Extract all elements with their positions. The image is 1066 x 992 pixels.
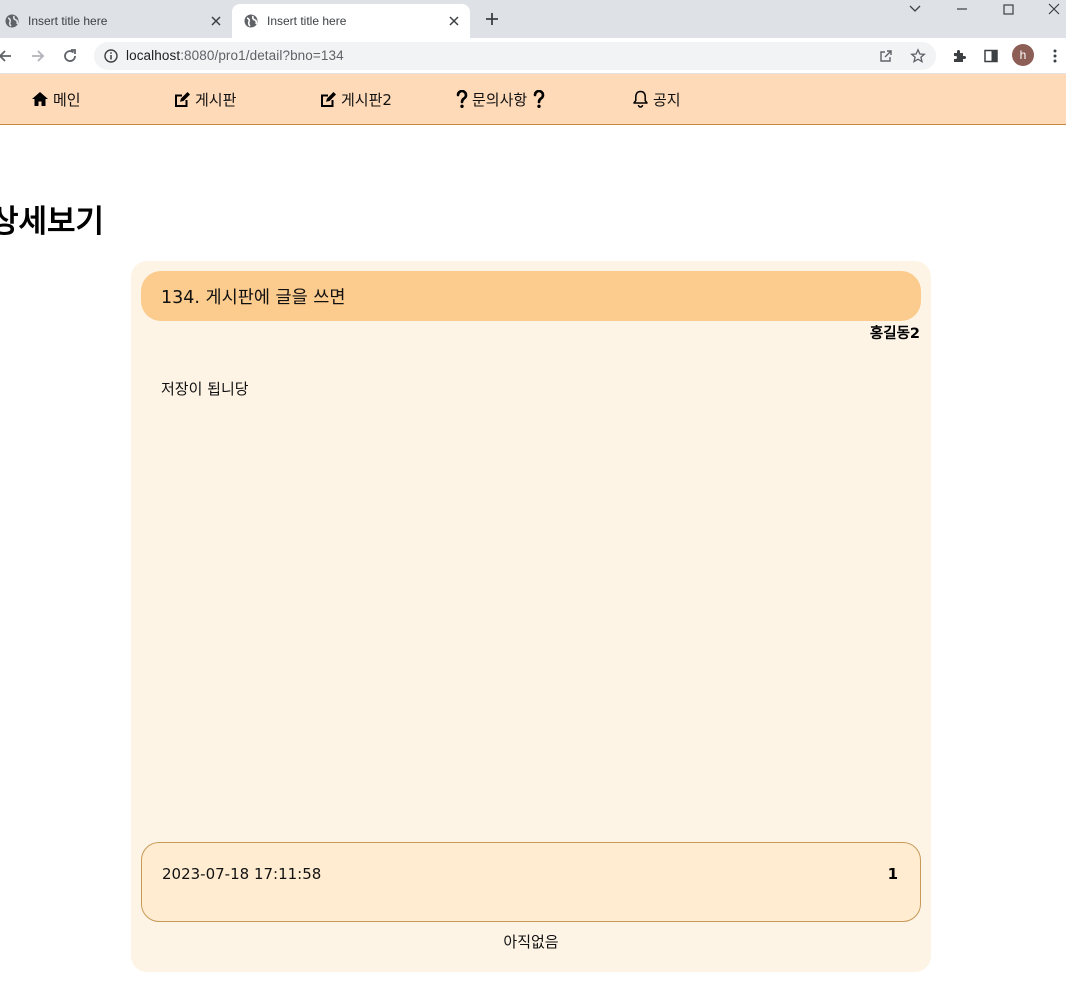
nav-label: 게시판2 (341, 90, 392, 109)
edit-icon (319, 91, 337, 108)
nav-item-main[interactable]: 메인 (31, 74, 81, 124)
nav-label: 메인 (53, 90, 81, 109)
post-title: 134. 게시판에 글을 쓰면 (141, 271, 921, 321)
address-url: localhost:8080/pro1/detail?bno=134 (126, 48, 344, 63)
address-bar[interactable]: localhost:8080/pro1/detail?bno=134 (94, 42, 936, 70)
home-icon (31, 91, 49, 107)
reload-icon[interactable] (61, 47, 79, 65)
maximize-icon[interactable] (985, 0, 1031, 18)
close-icon[interactable] (446, 13, 462, 29)
post-content: 저장이 됩니당 (161, 380, 249, 398)
nav-label: 공지 (653, 90, 681, 109)
post-meta: 2023-07-18 17:11:58 1 (141, 842, 921, 922)
address-host: localhost (126, 48, 181, 63)
post-author: 홍길동2 (869, 326, 920, 342)
nav-label: 게시판 (195, 90, 237, 109)
extensions-icon[interactable] (950, 47, 968, 65)
back-icon[interactable] (0, 47, 14, 65)
site-nav: 메인 게시판 게시판2 문의사항 공지 (0, 74, 1066, 125)
window-close-icon[interactable] (1031, 0, 1066, 18)
new-tab-icon[interactable] (484, 11, 500, 27)
browser-tab-active[interactable]: Insert title here (232, 4, 470, 38)
forward-icon[interactable] (29, 47, 47, 65)
tab-title: Insert title here (267, 14, 347, 28)
tab-search-icon[interactable] (892, 0, 938, 18)
nav-item-notice[interactable]: 공지 (632, 74, 681, 124)
bookmark-star-icon[interactable] (909, 47, 927, 65)
info-icon[interactable] (103, 48, 119, 64)
globe-icon (4, 13, 20, 29)
nav-item-inquiry[interactable]: 문의사항 (456, 74, 545, 124)
share-icon[interactable] (877, 47, 895, 65)
menu-icon[interactable] (1046, 47, 1064, 65)
edit-icon (173, 91, 191, 108)
profile-avatar[interactable]: h (1012, 44, 1034, 66)
nav-item-board2[interactable]: 게시판2 (319, 74, 392, 124)
browser-tab[interactable]: Insert title here (0, 4, 232, 38)
side-panel-icon[interactable] (982, 47, 1000, 65)
view-count: 1 (887, 865, 898, 883)
nav-label: 문의사항 (472, 90, 528, 109)
bell-icon (632, 90, 649, 108)
globe-icon (243, 13, 259, 29)
address-path: :8080/pro1/detail?bno=134 (180, 48, 344, 63)
browser-tabstrip: Insert title here Insert title here (0, 0, 1066, 38)
nav-item-board[interactable]: 게시판 (173, 74, 236, 124)
post-date: 2023-07-18 17:11:58 (162, 865, 322, 883)
page-title: 상세보기 (0, 204, 105, 240)
question-icon (533, 89, 545, 109)
post-detail-card: 134. 게시판에 글을 쓰면 홍길동2 저장이 됩니당 2023-07-18 … (131, 261, 931, 972)
close-icon[interactable] (208, 13, 224, 29)
browser-toolbar: localhost:8080/pro1/detail?bno=134 h (0, 38, 1066, 74)
tab-title: Insert title here (28, 14, 108, 28)
minimize-icon[interactable] (939, 0, 985, 18)
reply-status: 아직없음 (503, 933, 559, 951)
question-icon (456, 89, 468, 109)
